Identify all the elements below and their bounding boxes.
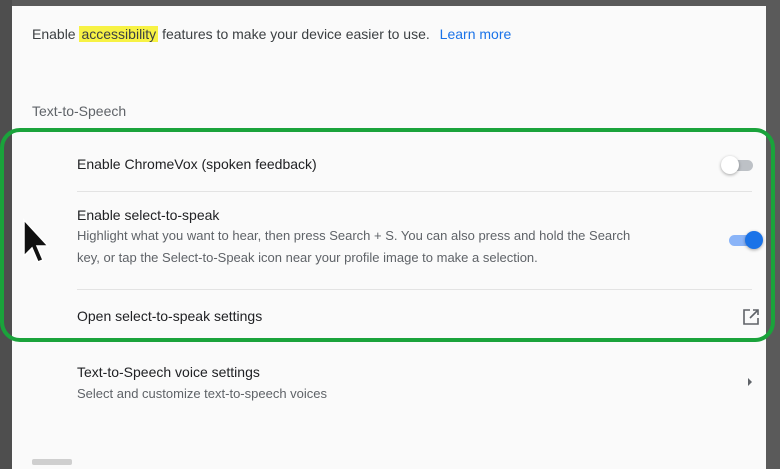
intro-text: Enable accessibility features to make yo…: [32, 26, 511, 42]
chromevox-toggle-knob: [721, 156, 739, 174]
intro-highlight: accessibility: [79, 26, 159, 42]
select-to-speak-label: Enable select-to-speak: [77, 207, 220, 223]
accessibility-settings-panel: Enable accessibility features to make yo…: [12, 6, 766, 469]
external-link-icon[interactable]: [742, 308, 760, 326]
divider: [77, 289, 752, 290]
voice-settings-label: Text-to-Speech voice settings: [77, 364, 260, 380]
mouse-pointer-icon: [20, 218, 50, 269]
voice-settings-row[interactable]: Text-to-Speech voice settings Select and…: [77, 364, 752, 405]
chromevox-row[interactable]: Enable ChromeVox (spoken feedback): [77, 156, 752, 178]
intro-after: features to make your device easier to u…: [158, 26, 430, 42]
intro-before: Enable: [32, 26, 80, 42]
select-to-speak-description-line2: key, or tap the Select-to-Speak icon nea…: [77, 250, 538, 265]
section-title-text-to-speech: Text-to-Speech: [32, 103, 127, 119]
chromevox-toggle[interactable]: [721, 155, 757, 175]
select-to-speak-toggle[interactable]: [727, 230, 763, 250]
next-section-fragment: [32, 459, 72, 465]
voice-settings-description: Select and customize text-to-speech voic…: [77, 386, 328, 401]
select-to-speak-row[interactable]: Enable select-to-speak Highlight what yo…: [77, 207, 752, 269]
open-select-to-speak-settings-row[interactable]: Open select-to-speak settings: [77, 308, 752, 328]
select-to-speak-description-line1: Highlight what you want to hear, then pr…: [77, 228, 631, 243]
chromevox-label: Enable ChromeVox (spoken feedback): [77, 156, 317, 172]
divider: [77, 191, 752, 192]
chevron-right-icon[interactable]: [746, 374, 754, 392]
left-edge: [0, 0, 12, 469]
select-to-speak-description: Highlight what you want to hear, then pr…: [77, 225, 752, 269]
open-select-to-speak-settings-label: Open select-to-speak settings: [77, 308, 263, 324]
select-to-speak-toggle-knob: [745, 231, 763, 249]
learn-more-link[interactable]: Learn more: [440, 26, 512, 42]
